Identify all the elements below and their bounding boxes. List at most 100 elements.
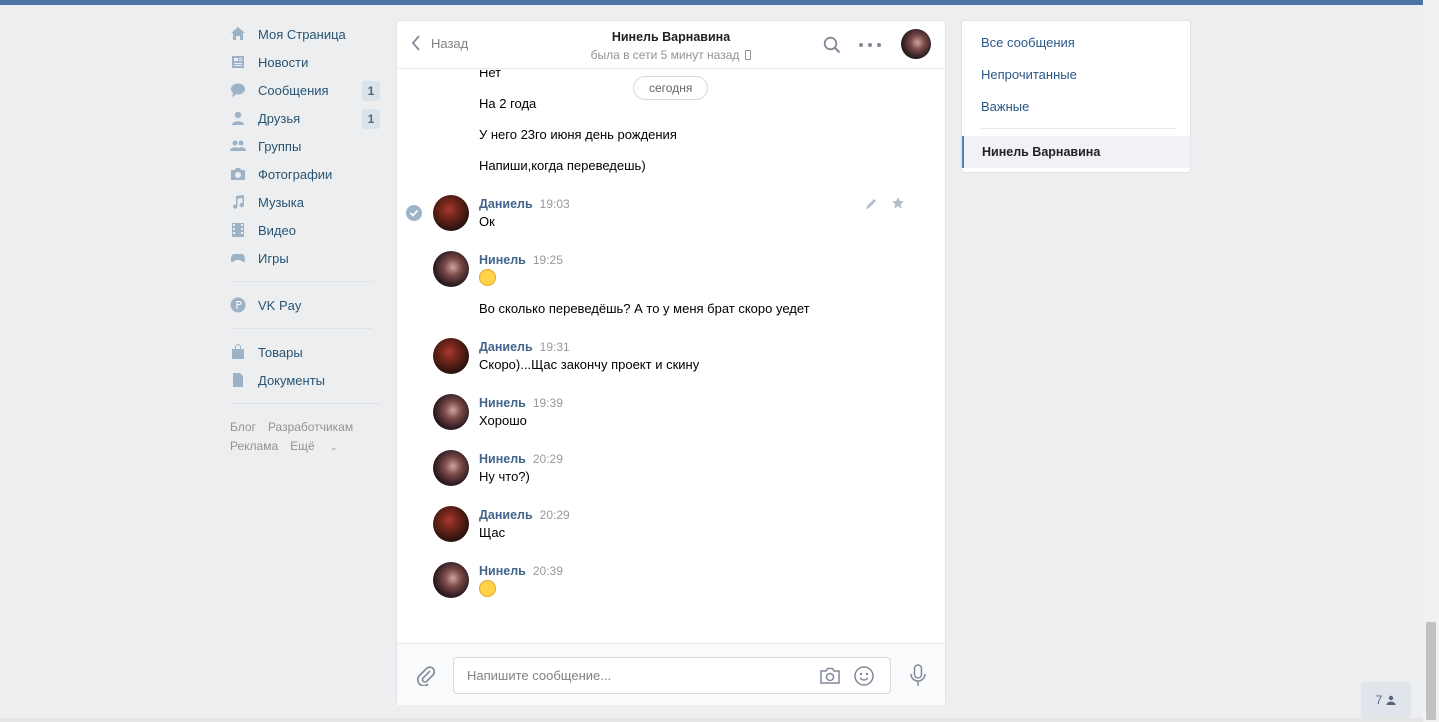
smiling-emoji-icon [479,580,496,597]
message-text: Нет [479,70,502,80]
author-name[interactable]: Даниель [479,340,533,354]
sidebar-item-friends[interactable]: Друзья 1 [230,104,380,132]
sidebar-item-vkpay[interactable]: VK Pay [230,291,380,319]
mobile-icon [745,50,752,60]
online-count: 7 [1375,693,1383,707]
sidebar-item-label: Моя Страница [258,26,346,42]
chevron-down-icon: ⌄ [330,442,338,452]
avatar[interactable] [433,394,469,430]
sidebar-item-games[interactable]: Игры [230,244,380,272]
message-header: Нинель 19:39 [479,396,563,410]
sidebar-item-music[interactable]: Музыка [230,188,380,216]
message-time[interactable]: 19:03 [540,197,570,211]
camera-icon[interactable] [819,666,841,686]
selected-conversation[interactable]: Нинель Варнавина [962,136,1190,168]
footer-link-ads[interactable]: Реклама [230,439,278,453]
online-friends-button[interactable]: 7 [1361,682,1411,718]
sidebar-item-docs[interactable]: Документы [230,366,380,394]
avatar[interactable] [433,338,469,374]
sidebar-item-messages[interactable]: Сообщения 1 [230,76,380,104]
footer-link-dev[interactable]: Разработчикам [268,420,353,434]
sidebar-item-label: Друзья [258,110,301,126]
person-icon [1386,695,1396,705]
messages-count-badge: 1 [362,81,380,101]
search-icon[interactable] [823,36,841,54]
message-time[interactable]: 20:29 [540,508,570,522]
vkpay-icon [230,297,246,313]
left-sidebar: Моя Страница Новости Сообщения 1 Друзья … [230,20,380,457]
sidebar-item-label: Группы [258,138,302,154]
sidebar-item-label: Фотографии [258,166,333,182]
read-check-icon[interactable] [406,205,422,221]
message-text: Хорошо [479,413,527,428]
sidebar-item-video[interactable]: Видео [230,216,380,244]
more-options-icon[interactable] [859,36,881,54]
author-name[interactable]: Нинель [479,396,526,410]
avatar[interactable] [433,251,469,287]
top-header-bar [0,0,1423,5]
footer-more-label: Ещё [290,439,315,453]
filter-important[interactable]: Важные [981,99,1029,114]
message-time[interactable]: 19:25 [533,253,563,267]
messages-filter-menu: Все сообщения Непрочитанные Важные Нинел… [961,20,1191,173]
friends-count-badge: 1 [362,109,380,129]
gamepad-icon [230,250,246,266]
avatar[interactable] [433,195,469,231]
chat-panel: Назад Нинель Варнавина была в сети 5 мин… [396,20,946,705]
attach-paperclip-icon[interactable] [415,664,437,687]
filter-unread[interactable]: Непрочитанные [981,67,1077,82]
emoji-smile-icon[interactable] [853,665,875,687]
footer-link-more[interactable]: Ещё ⌄ [290,439,349,453]
sidebar-item-goods[interactable]: Товары [230,338,380,366]
microphone-icon[interactable] [908,664,928,688]
video-icon [230,222,246,238]
sidebar-item-my-page[interactable]: Моя Страница [230,20,380,48]
sidebar-item-label: Товары [258,344,303,360]
avatar[interactable] [433,450,469,486]
camera-icon [230,166,246,182]
music-icon [230,194,246,210]
author-name[interactable]: Нинель [479,564,526,578]
scrollbar-thumb[interactable] [1426,622,1436,720]
sidebar-item-label: Новости [258,54,309,70]
sidebar-footer: Блог Разработчикам Реклама Ещё ⌄ [230,418,380,457]
sidebar-item-groups[interactable]: Группы [230,132,380,160]
sidebar-item-label: Сообщения [258,82,329,98]
message-header: Нинель 20:39 [479,564,563,578]
author-name[interactable]: Даниель [479,197,533,211]
document-icon [230,372,246,388]
sidebar-divider [232,328,372,329]
author-name[interactable]: Нинель [479,253,526,267]
sidebar-divider [232,281,372,282]
sidebar-item-photos[interactable]: Фотографии [230,160,380,188]
message-header: Даниель 19:31 [479,340,570,354]
friends-icon [230,110,246,126]
message-text: Во сколько переведёшь? А то у меня брат … [479,301,810,316]
bag-icon [230,344,246,360]
peer-avatar[interactable] [901,29,931,59]
home-icon [230,26,246,42]
avatar[interactable] [433,506,469,542]
star-icon[interactable] [891,196,905,210]
author-name[interactable]: Даниель [479,508,533,522]
message-history[interactable]: Нет сегодня На 2 года У него 23го июня д… [397,70,945,642]
date-separator: сегодня [633,76,709,100]
footer-link-blog[interactable]: Блог [230,420,256,434]
sidebar-item-news[interactable]: Новости [230,48,380,76]
page-scrollbar[interactable] [1423,0,1439,722]
filter-all-messages[interactable]: Все сообщения [981,35,1075,50]
edit-pencil-icon[interactable] [864,197,878,211]
message-text: Напиши,когда переведешь) [479,158,646,173]
bottom-strip [0,718,1423,722]
message-header: Даниель 20:29 [479,508,570,522]
messages-icon [230,82,246,98]
avatar[interactable] [433,562,469,598]
message-time[interactable]: 20:29 [533,452,563,466]
news-icon [230,54,246,70]
message-header: Нинель 20:29 [479,452,563,466]
author-name[interactable]: Нинель [479,452,526,466]
message-text: На 2 года [479,96,537,111]
message-time[interactable]: 20:39 [533,564,563,578]
message-time[interactable]: 19:31 [540,340,570,354]
message-time[interactable]: 19:39 [533,396,563,410]
